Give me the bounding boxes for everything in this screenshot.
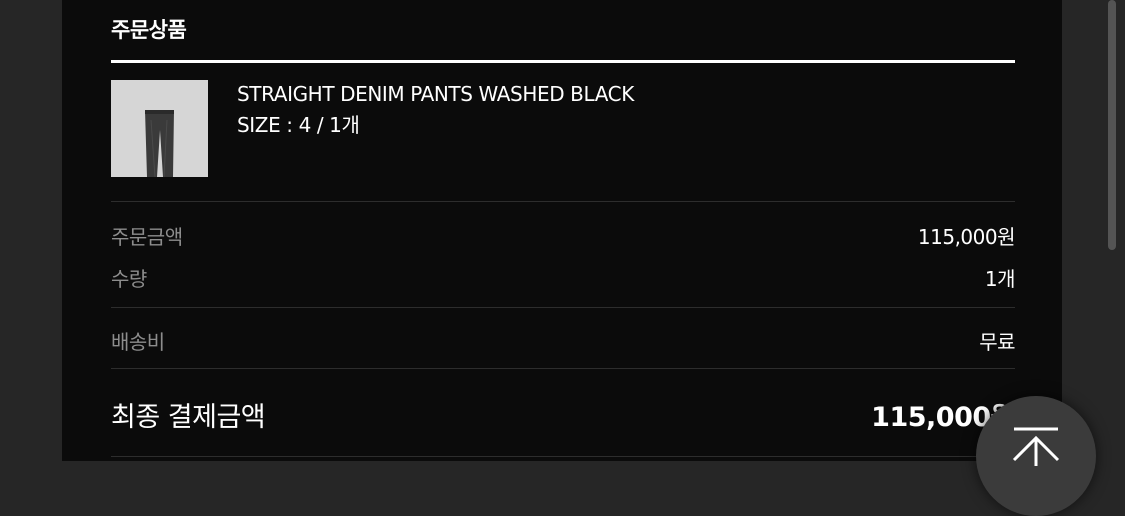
quantity-label: 수량	[111, 267, 147, 291]
scrollbar[interactable]	[1108, 0, 1116, 250]
quantity-value: 1개	[984, 267, 1016, 291]
order-panel	[62, 0, 1062, 461]
title-divider	[111, 60, 1015, 63]
product-thumbnail[interactable]	[111, 80, 208, 177]
divider	[111, 201, 1015, 202]
denim-pants-image	[145, 110, 174, 177]
shipping-value: 무료	[979, 330, 1015, 354]
order-amount-label: 주문금액	[111, 225, 183, 249]
scroll-to-top-button[interactable]	[976, 396, 1096, 516]
total-label: 최종 결제금액	[111, 402, 266, 433]
section-title: 주문상품	[111, 18, 187, 42]
divider	[111, 456, 1015, 457]
product-option: SIZE : 4 / 1개	[237, 113, 360, 137]
divider	[111, 307, 1015, 308]
product-name[interactable]: STRAIGHT DENIM PANTS WASHED BLACK	[237, 82, 634, 106]
divider	[111, 368, 1015, 369]
order-amount-value: 115,000원	[917, 225, 1016, 249]
shipping-label: 배송비	[111, 330, 165, 354]
arrow-up-to-top-icon	[1012, 427, 1060, 466]
